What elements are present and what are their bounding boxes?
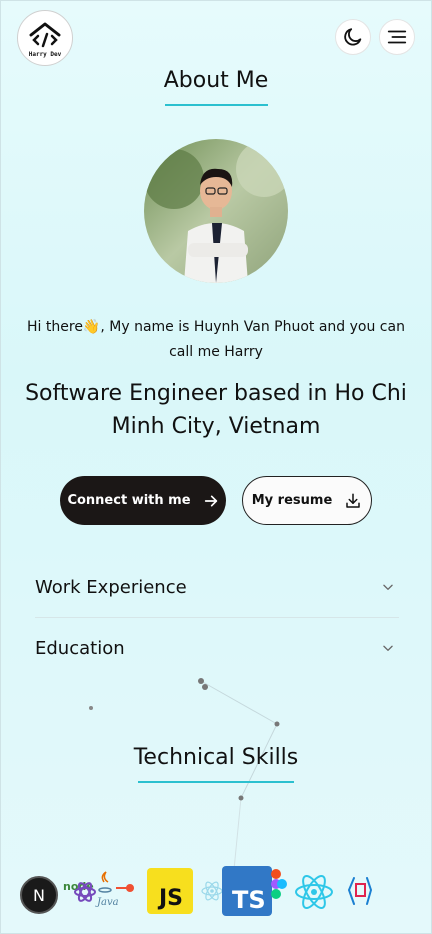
- chevron-down-icon: [383, 584, 393, 590]
- arrow-right-icon: [204, 495, 217, 506]
- skills-title-underline: [138, 781, 294, 783]
- site-logo[interactable]: Harry Dev: [17, 10, 73, 66]
- javascript-icon: JS: [147, 868, 193, 914]
- react-icon: [201, 881, 223, 901]
- code-house-logo-icon: Harry Dev: [29, 22, 62, 58]
- accordion-label: Education: [35, 637, 125, 659]
- about-title: About Me: [163, 68, 269, 93]
- nextjs-badge[interactable]: N: [20, 876, 58, 914]
- menu-icon: [387, 30, 407, 44]
- intro-text: Hi there👋, My name is Huynh Van Phuot an…: [27, 319, 405, 360]
- accordion-work-experience[interactable]: Work Experience: [35, 557, 399, 617]
- react-native-icon: [295, 875, 333, 909]
- headline: Software Engineer based in Ho Chi Minh C…: [25, 381, 407, 439]
- menu-button[interactable]: [379, 19, 415, 55]
- nestjs-icon: [347, 877, 372, 905]
- connect-button[interactable]: Connect with me: [60, 476, 226, 525]
- svg-text:Harry Dev: Harry Dev: [29, 51, 62, 58]
- about-title-underline: [165, 104, 268, 106]
- moon-icon: [344, 28, 362, 46]
- theme-toggle-button[interactable]: [335, 19, 371, 55]
- git-icon: [116, 884, 134, 892]
- svg-text:TS: TS: [232, 886, 266, 914]
- resume-button[interactable]: My resume: [242, 476, 372, 525]
- connect-label: Connect with me: [67, 493, 191, 508]
- chevron-down-icon: [383, 645, 393, 651]
- accordion-label: Work Experience: [35, 576, 187, 598]
- download-icon: [346, 493, 361, 508]
- skills-logos: node Java JS TS: [63, 866, 372, 916]
- svg-text:Java: Java: [95, 897, 119, 908]
- skills-logo-strip: node Java JS TS: [60, 862, 372, 922]
- skills-title: Technical Skills: [133, 745, 299, 770]
- resume-label: My resume: [251, 493, 333, 508]
- java-icon: Java: [95, 871, 119, 908]
- svg-text:JS: JS: [157, 886, 183, 911]
- avatar: [144, 139, 288, 283]
- typescript-icon: TS: [222, 866, 272, 916]
- figma-icon: [271, 869, 287, 899]
